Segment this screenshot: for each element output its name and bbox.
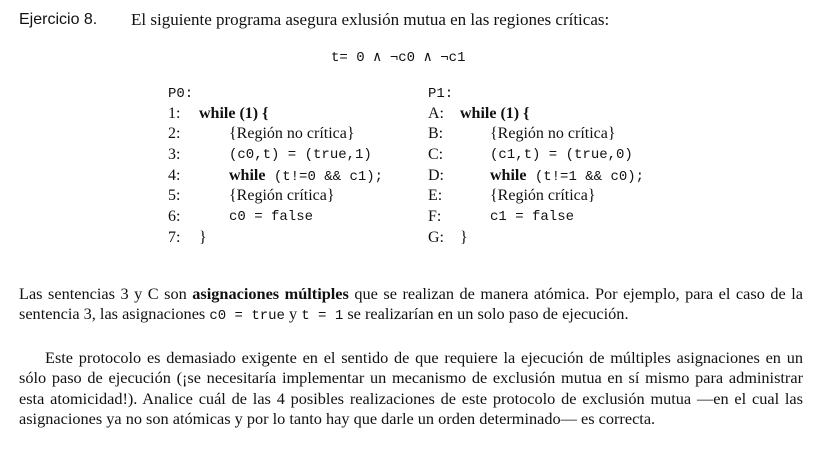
loop-condition: (1) { xyxy=(496,105,530,122)
keyword-while: while xyxy=(229,167,266,184)
p1-line-label: E: xyxy=(428,187,443,204)
p0-title: P0: xyxy=(168,86,194,102)
p1-line-label: D: xyxy=(428,167,444,184)
keyword-while: while xyxy=(460,105,497,122)
para1-code: t = 1 xyxy=(301,308,344,325)
keyword-while: while xyxy=(490,167,527,184)
precondition-formula: t= 0 ∧ ¬c0 ∧ ¬c1 xyxy=(331,50,466,66)
p0-line-5: {Región crítica} xyxy=(229,187,335,204)
p0-line-6: c0 = false xyxy=(229,209,314,225)
para1-code: c0 = true xyxy=(209,308,285,325)
paragraph-protocol: Este protocolo es demasiado exigente en … xyxy=(19,348,803,429)
exercise-statement: El siguiente programa asegura exlusión m… xyxy=(131,10,610,29)
para1-text: y xyxy=(284,304,302,324)
p0-line-2: {Región no crítica} xyxy=(229,125,355,142)
p0-line-number: 3: xyxy=(168,146,181,163)
while-condition: (t!=0 && c1); xyxy=(265,169,384,185)
p0-line-number: 7: xyxy=(168,229,181,246)
para1-bold-term: asignaciones múltiples xyxy=(192,284,349,303)
while-condition: (t!=1 && c0); xyxy=(526,169,645,185)
p0-line-4: while (t!=0 && c1); xyxy=(229,166,383,187)
para1-text: se realizarían en un solo paso de ejecuc… xyxy=(343,304,629,324)
p1-line-g: } xyxy=(460,229,468,246)
p1-line-d: while (t!=1 && c0); xyxy=(490,166,644,187)
p1-line-b: {Región no crítica} xyxy=(490,125,616,142)
p1-line-e: {Región crítica} xyxy=(490,187,596,204)
p0-line-number: 4: xyxy=(168,167,181,184)
p1-line-a: while (1) { xyxy=(460,104,529,124)
p1-line-f: c1 = false xyxy=(490,209,575,225)
p0-line-7: } xyxy=(199,229,207,246)
para1-text: Las sentencias 3 y C son xyxy=(19,284,193,303)
p1-line-label: C: xyxy=(428,146,444,163)
paragraph-multiple-assignments: Las sentencias 3 y C son asignaciones mú… xyxy=(19,284,803,327)
p0-line-number: 6: xyxy=(168,208,181,225)
p0-line-number: 1: xyxy=(168,105,181,122)
p1-line-label: A: xyxy=(428,105,444,122)
p1-line-label: B: xyxy=(428,125,444,142)
p1-title: P1: xyxy=(428,86,454,102)
p1-line-c: (c1,t) = (true,0) xyxy=(490,147,633,163)
p1-line-label: F: xyxy=(428,208,442,225)
p0-line-number: 5: xyxy=(168,187,181,204)
loop-condition: (1) { xyxy=(235,105,269,122)
p0-line-number: 2: xyxy=(168,125,181,142)
p0-line-3: (c0,t) = (true,1) xyxy=(229,147,372,163)
p1-line-label: G: xyxy=(428,229,444,246)
p0-line-1: while (1) { xyxy=(199,104,268,124)
exercise-label: Ejercicio 8. xyxy=(19,11,98,28)
keyword-while: while xyxy=(199,105,236,122)
